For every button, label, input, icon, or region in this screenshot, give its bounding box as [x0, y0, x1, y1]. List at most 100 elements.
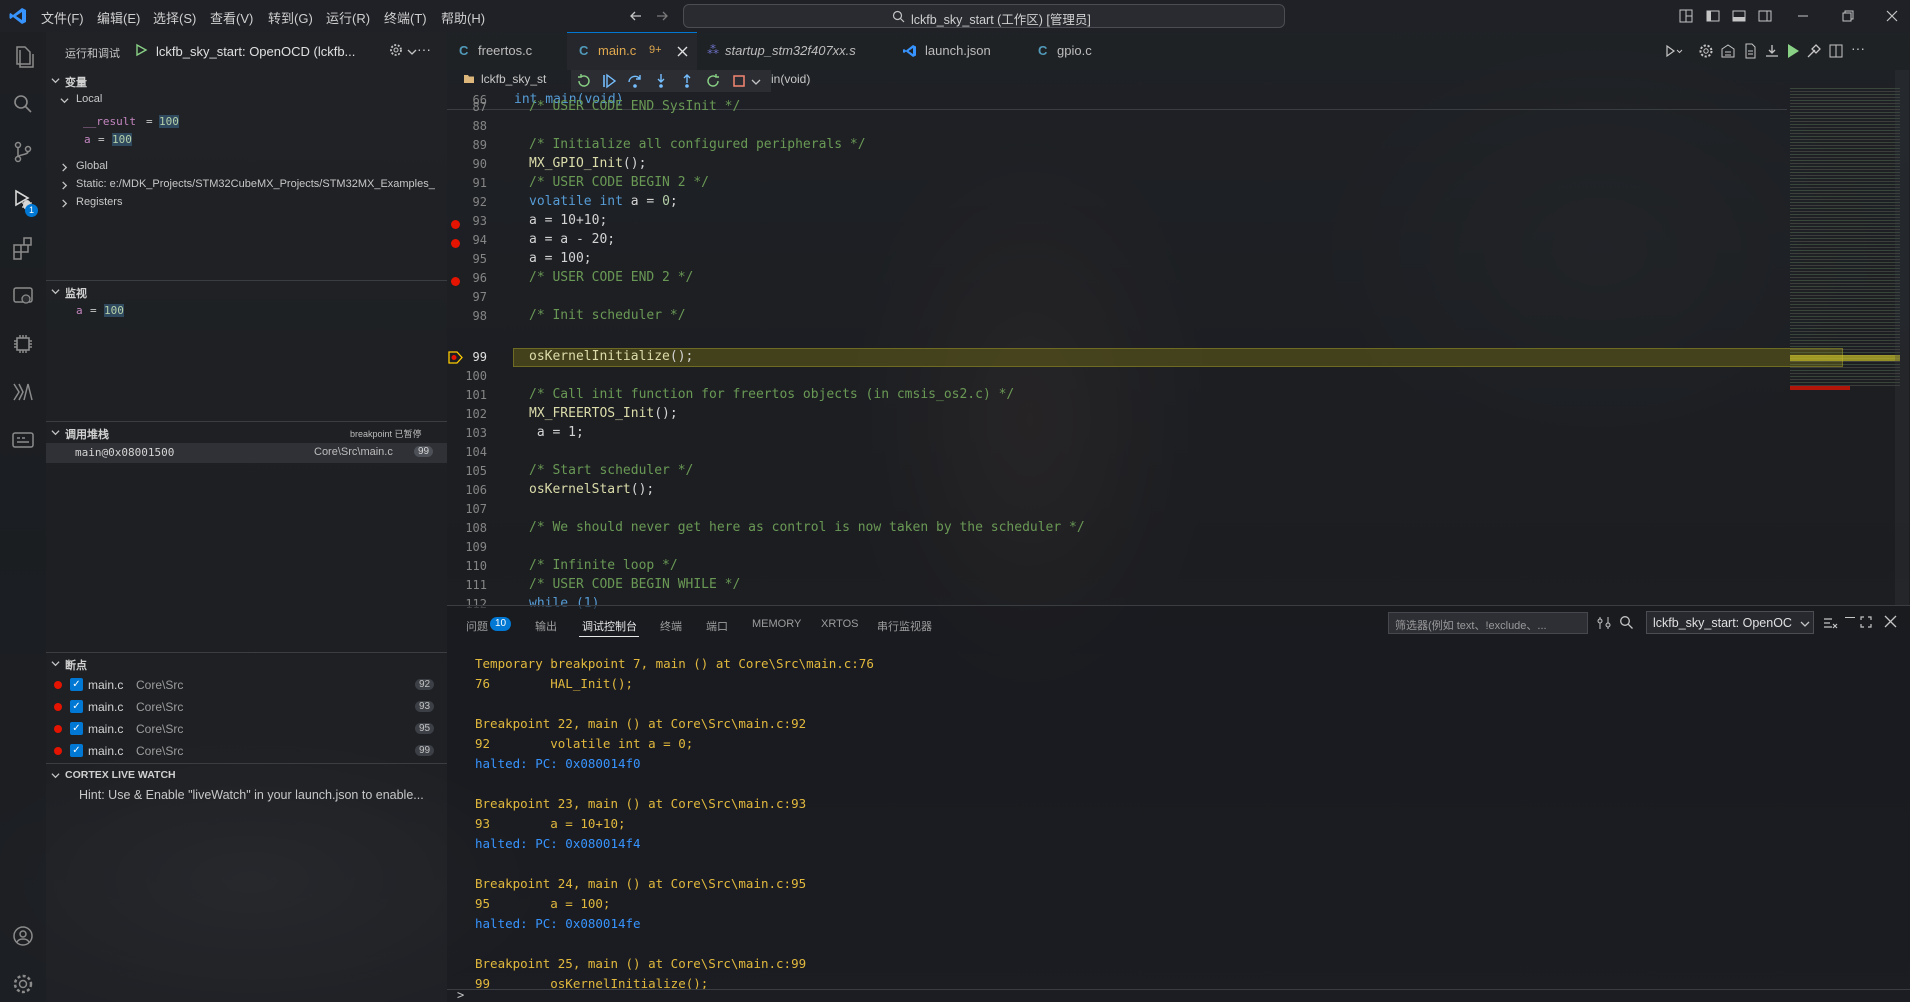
- toggle-secondary-sidebar-icon[interactable]: [1757, 8, 1773, 24]
- tab-freertos[interactable]: C freertos.c: [447, 32, 567, 70]
- watch-row[interactable]: a = 100: [46, 302, 447, 320]
- settings-gear-icon[interactable]: [9, 970, 37, 998]
- serial-monitor-icon[interactable]: [9, 426, 37, 454]
- split-editor-icon[interactable]: [1828, 43, 1844, 59]
- breakpoint-checkbox[interactable]: ✓: [70, 678, 83, 691]
- scope-registers[interactable]: Registers: [46, 194, 447, 212]
- scope-local[interactable]: Local: [46, 91, 447, 109]
- menu-selection[interactable]: 选择(S): [153, 8, 196, 27]
- tab-startup[interactable]: ⁂ startup_stm32f407xx.s: [697, 32, 887, 70]
- variable-row[interactable]: __result = 100: [46, 113, 447, 131]
- breakpoint-item[interactable]: ✓ main.c Core\Src 99: [46, 741, 447, 761]
- more-actions-icon[interactable]: ···: [417, 41, 431, 57]
- callstack-frame[interactable]: main@0x08001500 Core\Src\main.c 99: [46, 443, 447, 463]
- breakpoint-item[interactable]: ✓ main.c Core\Src 92: [46, 675, 447, 695]
- settings-gear-icon[interactable]: [1698, 43, 1714, 59]
- source-control-icon[interactable]: [9, 138, 37, 166]
- back-arrow-icon[interactable]: [628, 8, 644, 24]
- livewatch-section-header[interactable]: CORTEX LIVE WATCH: [46, 765, 447, 785]
- build-icon[interactable]: [1720, 43, 1736, 59]
- rtos-views-icon[interactable]: [9, 378, 37, 406]
- menu-run[interactable]: 运行(R): [326, 8, 370, 27]
- close-window-icon[interactable]: [1884, 8, 1900, 24]
- start-debugging-icon[interactable]: [1785, 42, 1801, 60]
- breadcrumb-folder[interactable]: lckfb_sky_st: [481, 72, 546, 86]
- forward-arrow-icon[interactable]: [654, 8, 670, 24]
- toggle-sidebar-icon[interactable]: [1705, 8, 1721, 24]
- tab-output[interactable]: 输出: [535, 618, 557, 634]
- breakpoint-checkbox[interactable]: ✓: [70, 700, 83, 713]
- run-debug-dropdown-icon[interactable]: [1665, 43, 1683, 59]
- variable-row[interactable]: a = 100: [46, 131, 447, 149]
- search-view-icon[interactable]: [9, 90, 37, 118]
- menu-view[interactable]: 查看(V): [210, 8, 253, 27]
- debug-tool-icon[interactable]: [1806, 43, 1822, 59]
- breadcrumb-symbol[interactable]: in(void): [771, 72, 810, 86]
- download-flash-icon[interactable]: [1764, 43, 1780, 59]
- step-into-icon[interactable]: [653, 73, 669, 89]
- code-token: MX_GPIO_Init: [529, 156, 623, 171]
- tab-xrtos[interactable]: XRTOS: [821, 618, 859, 630]
- tab-launch[interactable]: launch.json: [887, 32, 1017, 70]
- reset-device-icon[interactable]: [705, 73, 721, 89]
- more-actions-icon[interactable]: ···: [1851, 40, 1865, 56]
- breakpoints-section-header[interactable]: 断点: [46, 653, 447, 673]
- close-panel-icon[interactable]: [1884, 615, 1897, 628]
- tab-main[interactable]: C main.c 9+: [567, 32, 697, 70]
- tab-debug-console[interactable]: 调试控制台: [582, 618, 637, 634]
- breakpoint-item[interactable]: ✓ main.c Core\Src 95: [46, 719, 447, 739]
- menu-terminal[interactable]: 终端(T): [384, 8, 427, 27]
- remote-explorer-icon[interactable]: [9, 282, 37, 310]
- console-filter-input[interactable]: 筛选器(例如 text、!exclude、...: [1388, 612, 1588, 634]
- menu-help[interactable]: 帮助(H): [441, 8, 485, 27]
- variables-section-header[interactable]: 变量: [46, 70, 447, 90]
- menu-go[interactable]: 转到(G): [268, 8, 313, 27]
- command-center[interactable]: lckfb_sky_start (工作区) [管理员]: [683, 4, 1285, 28]
- menu-file[interactable]: 文件(F): [41, 8, 84, 27]
- tab-ports[interactable]: 端口: [706, 618, 728, 634]
- customize-layout-icon[interactable]: [1678, 8, 1694, 24]
- restore-icon[interactable]: [1840, 8, 1856, 24]
- callstack-section-header[interactable]: 调用堆栈 breakpoint 已暂停: [46, 422, 447, 442]
- watch-section-header[interactable]: 监视: [46, 281, 447, 301]
- filter-icon[interactable]: [1596, 615, 1612, 631]
- start-debug-icon[interactable]: [134, 43, 148, 57]
- console-input[interactable]: >: [447, 988, 1910, 1002]
- account-icon[interactable]: [9, 922, 37, 950]
- tab-memory[interactable]: MEMORY: [752, 618, 801, 630]
- scope-global[interactable]: Global: [46, 158, 447, 176]
- find-icon[interactable]: [1619, 615, 1634, 630]
- explorer-icon[interactable]: [9, 42, 37, 70]
- breakpoint-item[interactable]: ✓ main.c Core\Src 93: [46, 697, 447, 717]
- step-over-icon[interactable]: [627, 73, 643, 89]
- menu-edit[interactable]: 编辑(E): [97, 8, 140, 27]
- debug-settings-gear-icon[interactable]: [389, 43, 403, 57]
- breakpoint-checkbox[interactable]: ✓: [70, 744, 83, 757]
- minimize-icon[interactable]: [1795, 8, 1811, 24]
- chevron-down-icon[interactable]: [751, 77, 761, 87]
- code-editor[interactable]: lckfb_sky_st in(void) 66 int main(void) …: [447, 70, 1910, 611]
- minimap[interactable]: [1790, 88, 1900, 388]
- scope-static[interactable]: Static: e:/MDK_Projects/STM32CubeMX_Proj…: [46, 176, 447, 194]
- file-report-icon[interactable]: [1742, 43, 1758, 59]
- tab-serial-monitor[interactable]: 串行监视器: [877, 618, 932, 634]
- chip-icon[interactable]: [9, 330, 37, 358]
- step-out-icon[interactable]: [679, 73, 695, 89]
- console-line: Temporary breakpoint 7, main () at Core\…: [475, 656, 874, 671]
- clear-console-icon[interactable]: [1822, 615, 1838, 631]
- stop-icon[interactable]: [731, 73, 747, 89]
- tab-terminal[interactable]: 终端: [660, 618, 682, 634]
- toggle-panel-icon[interactable]: [1731, 8, 1747, 24]
- maximize-panel-icon[interactable]: [1859, 615, 1873, 629]
- tab-problems[interactable]: 问题: [466, 618, 488, 634]
- tab-gpio[interactable]: C gpio.c: [1017, 32, 1127, 70]
- extensions-icon[interactable]: [9, 234, 37, 262]
- debug-config-select[interactable]: lckfb_sky_start: OpenOCD (lckfb...: [156, 42, 421, 62]
- continue-icon[interactable]: [601, 73, 617, 89]
- editor-scrollbar[interactable]: [1895, 70, 1909, 605]
- debug-session-select[interactable]: lckfb_sky_start: OpenOC: [1646, 611, 1814, 634]
- restart-icon[interactable]: [576, 73, 592, 89]
- line-number: 111: [465, 578, 487, 592]
- breakpoint-checkbox[interactable]: ✓: [70, 722, 83, 735]
- close-tab-icon[interactable]: [677, 46, 688, 57]
